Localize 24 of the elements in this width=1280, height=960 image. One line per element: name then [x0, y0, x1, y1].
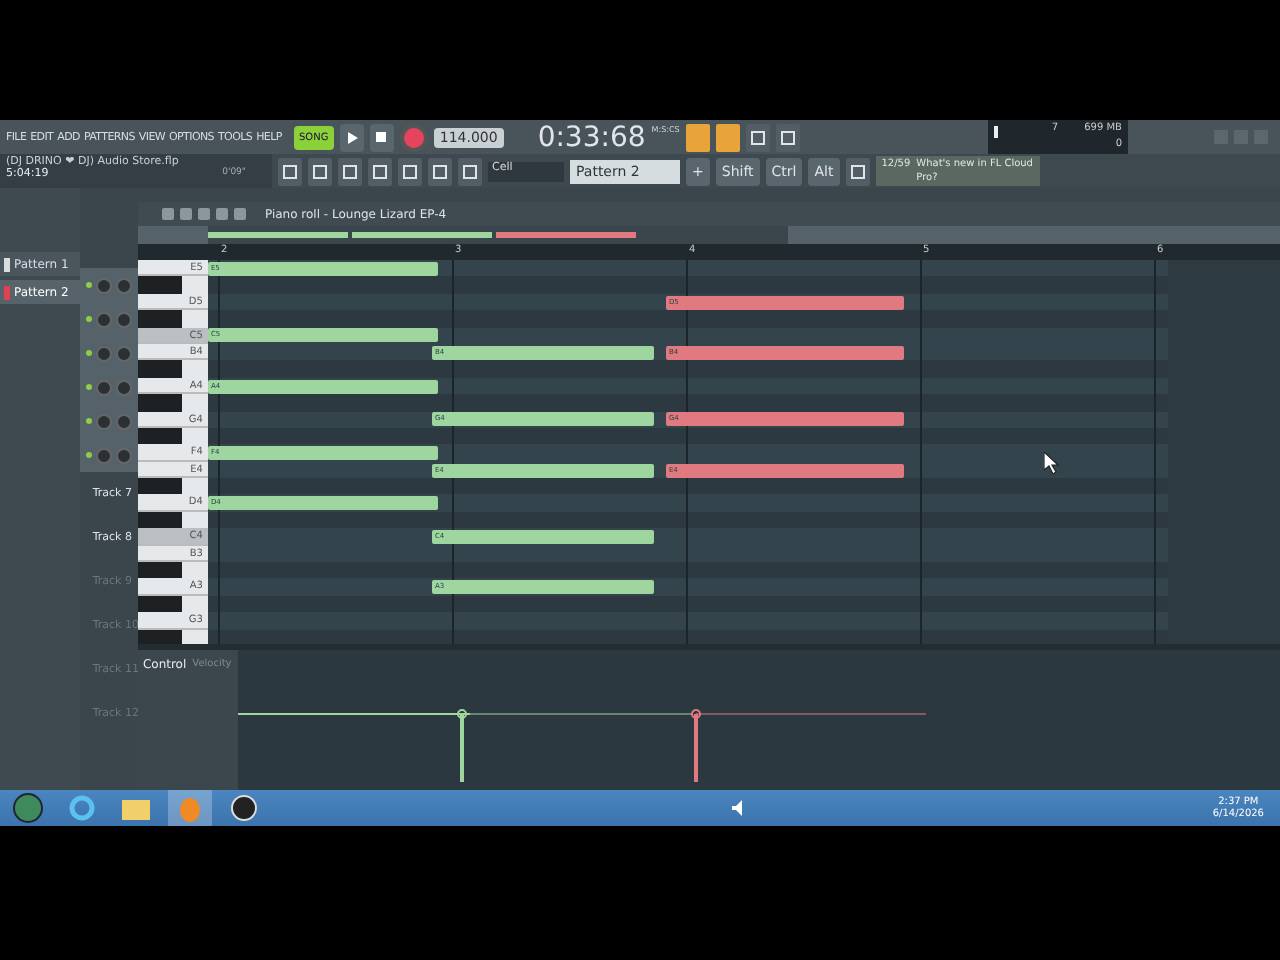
mouse-cursor-icon — [1044, 452, 1060, 474]
stop-icon — [375, 131, 388, 143]
step-mode-button[interactable] — [715, 123, 740, 151]
channel-led[interactable] — [86, 418, 93, 424]
channel-led[interactable] — [86, 452, 93, 458]
sharp-key[interactable] — [138, 562, 183, 579]
channel-led[interactable] — [86, 316, 93, 322]
pattern-mode-button[interactable] — [685, 123, 710, 151]
channel-row[interactable] — [80, 438, 139, 472]
sharp-key[interactable] — [138, 310, 183, 328]
play-icon — [345, 131, 358, 143]
sharp-key[interactable] — [138, 478, 183, 495]
pattern-overview[interactable] — [208, 226, 789, 244]
sharp-key[interactable] — [138, 276, 183, 294]
channel-row[interactable] — [80, 268, 139, 302]
sharp-key[interactable] — [138, 360, 183, 378]
channel-led[interactable] — [86, 384, 93, 390]
velocity-graph-drawing[interactable] — [237, 709, 927, 782]
channel-led[interactable] — [86, 350, 93, 356]
sharp-key[interactable] — [138, 394, 183, 412]
stop-button[interactable] — [369, 123, 394, 151]
play-button[interactable] — [339, 123, 364, 151]
channel-led[interactable] — [86, 282, 93, 288]
time-display: 0:33:68 — [537, 121, 646, 153]
